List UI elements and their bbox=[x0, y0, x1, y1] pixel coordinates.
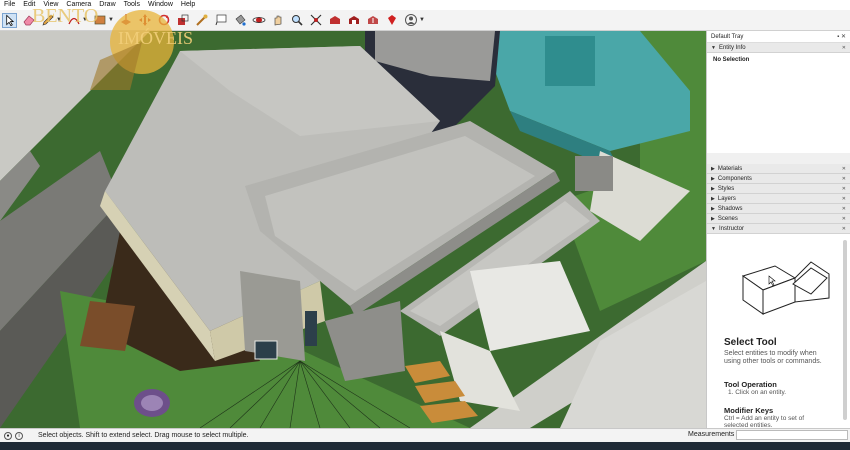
panel-label: Styles bbox=[717, 185, 735, 192]
close-icon[interactable]: ✕ bbox=[842, 216, 846, 222]
pan-icon[interactable] bbox=[270, 13, 285, 28]
modifier-description: Ctrl = Add an entity to set of selected … bbox=[724, 415, 805, 429]
measurements-input[interactable] bbox=[736, 430, 848, 440]
default-tray: Default Tray ▪ ✕ ▼ Entity Info ✕ No Sele… bbox=[706, 31, 850, 429]
operation-title: Tool Operation bbox=[724, 380, 777, 389]
os-taskbar bbox=[0, 442, 850, 450]
close-icon[interactable]: ✕ bbox=[842, 45, 846, 51]
panel-label: Materials bbox=[717, 165, 743, 172]
extension-warehouse-icon[interactable] bbox=[346, 13, 361, 28]
instructor-body: Select Tool Select entities to modify wh… bbox=[707, 234, 850, 429]
close-icon[interactable]: ✕ bbox=[842, 186, 846, 192]
panel-shadows[interactable]: ▶ Shadows ✕ bbox=[707, 204, 850, 214]
share-icon[interactable] bbox=[365, 13, 380, 28]
account-icon[interactable] bbox=[403, 13, 418, 28]
panel-materials[interactable]: ▶ Materials ✕ bbox=[707, 164, 850, 174]
status-bar: ● i Select objects. Shift to extend sele… bbox=[0, 428, 850, 442]
svg-text:BENTO: BENTO bbox=[32, 5, 98, 27]
status-icons: ● i bbox=[0, 431, 38, 440]
tray-title-bar: Default Tray ▪ ✕ bbox=[707, 31, 850, 43]
measurements-label: Measurements bbox=[688, 431, 735, 438]
panel-layers[interactable]: ▶ Layers ✕ bbox=[707, 194, 850, 204]
chevron-down-icon[interactable]: ▼ bbox=[419, 13, 425, 28]
panel-styles[interactable]: ▶ Styles ✕ bbox=[707, 184, 850, 194]
panel-instructor[interactable]: ▼ Instructor ✕ bbox=[707, 224, 850, 234]
panel-label: Entity Info bbox=[718, 44, 746, 51]
triangle-right-icon: ▶ bbox=[711, 165, 715, 172]
pin-icon[interactable]: ▪ ✕ bbox=[837, 33, 846, 40]
panel-label: Scenes bbox=[717, 215, 738, 222]
triangle-down-icon: ▼ bbox=[711, 225, 716, 232]
triangle-right-icon: ▶ bbox=[711, 215, 715, 222]
zoom-extents-icon[interactable] bbox=[308, 13, 323, 28]
zoom-icon[interactable] bbox=[289, 13, 304, 28]
instructor-illustration bbox=[741, 261, 830, 315]
select-icon[interactable] bbox=[2, 12, 17, 28]
instructor-description: Select entities to modify when using oth… bbox=[724, 350, 822, 365]
paint-bucket-icon[interactable] bbox=[232, 13, 247, 28]
svg-text:IMÓVEIS: IMÓVEIS bbox=[118, 27, 193, 48]
triangle-right-icon: ▶ bbox=[711, 205, 715, 212]
panel-label: Components bbox=[717, 175, 752, 182]
panel-scenes[interactable]: ▶ Scenes ✕ bbox=[707, 214, 850, 224]
panel-label: Instructor bbox=[718, 225, 744, 232]
panel-components[interactable]: ▶ Components ✕ bbox=[707, 174, 850, 184]
panel-label: Shadows bbox=[717, 205, 743, 212]
triangle-right-icon: ▶ bbox=[711, 175, 715, 182]
ruby-icon[interactable] bbox=[384, 13, 399, 28]
triangle-right-icon: ▶ bbox=[711, 195, 715, 202]
modifier-title: Modifier Keys bbox=[724, 406, 774, 415]
watermark-logo: BENTO IMÓVEIS bbox=[30, 0, 200, 90]
close-icon[interactable]: ✕ bbox=[842, 166, 846, 172]
selection-status: No Selection bbox=[713, 57, 750, 63]
triangle-right-icon: ▶ bbox=[711, 185, 715, 192]
entity-info-body: No Selection bbox=[707, 53, 850, 153]
warehouse-icon[interactable] bbox=[327, 13, 342, 28]
geolocation-icon[interactable]: ● bbox=[4, 431, 12, 440]
panel-label: Layers bbox=[717, 195, 736, 202]
operation-step: 1. Click on an entity. bbox=[728, 389, 787, 396]
triangle-down-icon: ▼ bbox=[711, 44, 716, 51]
close-icon[interactable]: ✕ bbox=[842, 196, 846, 202]
model-viewport[interactable] bbox=[0, 31, 706, 428]
tray-title: Default Tray bbox=[711, 33, 744, 40]
instructor-scrollbar[interactable] bbox=[843, 240, 847, 420]
close-icon[interactable]: ✕ bbox=[842, 176, 846, 182]
close-icon[interactable]: ✕ bbox=[842, 226, 846, 232]
instructor-title: Select Tool bbox=[724, 337, 777, 348]
info-icon[interactable]: i bbox=[15, 431, 23, 440]
orbit-icon[interactable] bbox=[251, 13, 266, 28]
close-icon[interactable]: ✕ bbox=[842, 206, 846, 212]
status-message: Select objects. Shift to extend select. … bbox=[38, 432, 249, 439]
menu-file[interactable]: File bbox=[0, 0, 19, 10]
panel-entity-info[interactable]: ▼ Entity Info ✕ bbox=[707, 43, 850, 53]
text-icon[interactable] bbox=[213, 13, 228, 28]
